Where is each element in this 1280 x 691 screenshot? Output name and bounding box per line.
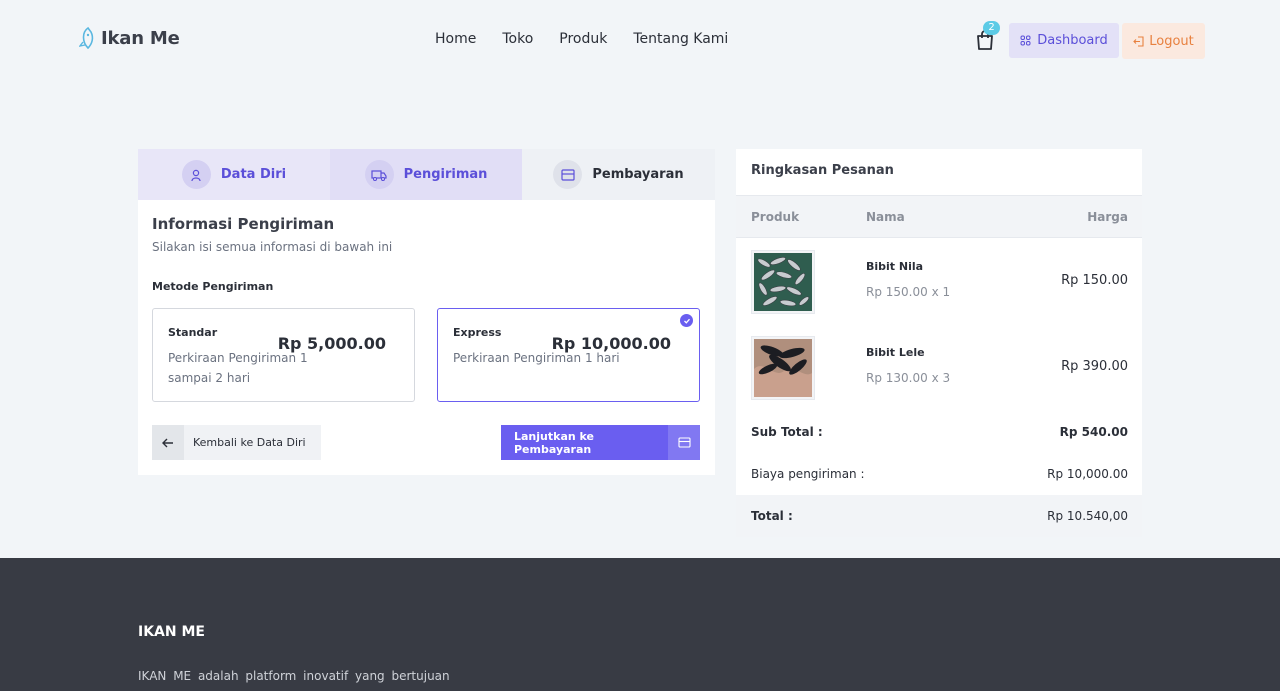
option-name: Express (453, 326, 502, 339)
shipping-cost-value: Rp 10,000.00 (1047, 467, 1128, 481)
dashboard-button[interactable]: Dashboard (1009, 23, 1119, 58)
fish-logo-icon (79, 26, 94, 50)
shipping-title: Informasi Pengiriman (152, 215, 335, 233)
option-name: Standar (168, 326, 218, 339)
back-button[interactable]: Kembali ke Data Diri (152, 425, 321, 460)
option-estimate: Perkiraan Pengiriman 1 sampai 2 hari (168, 351, 308, 385)
command-icon (1020, 35, 1031, 46)
shipping-cost-row: Biaya pengiriman : Rp 10,000.00 (736, 453, 1142, 495)
total-label: Total : (751, 509, 793, 523)
item-price: Rp 150.00 (1061, 273, 1128, 288)
summary-item: Bibit Lele Rp 130.00 x 3 Rp 390.00 (736, 336, 1142, 406)
subtotal-row: Sub Total : Rp 540.00 (736, 411, 1142, 453)
header: Ikan Me Home Toko Produk Tentang Kami 2 … (0, 0, 1280, 80)
step-pembayaran[interactable]: Pembayaran (522, 149, 715, 200)
shipping-subtitle: Silakan isi semua informasi di bawah ini (152, 240, 393, 254)
logout-label: Logout (1149, 33, 1194, 49)
logo-text: Ikan Me (101, 27, 180, 49)
subtotal-label: Sub Total : (751, 425, 823, 439)
card-icon (668, 425, 700, 460)
arrow-left-icon (152, 425, 184, 460)
step-pengiriman[interactable]: Pengiriman (330, 149, 529, 200)
nav-tentang-kami[interactable]: Tentang Kami (633, 31, 728, 47)
column-nama: Nama (866, 210, 905, 224)
shipping-option-standar[interactable]: Standar Perkiraan Pengiriman 1 sampai 2 … (152, 308, 415, 402)
step-label: Data Diri (220, 167, 287, 182)
cart-count-badge: 2 (983, 21, 1000, 35)
option-price: Rp 5,000.00 (277, 334, 386, 353)
footer: IKAN ME IKAN ME adalah platform inovatif… (0, 558, 1280, 691)
shipping-method-label: Metode Pengiriman (152, 280, 274, 293)
shipping-cost-label: Biaya pengiriman : (751, 467, 865, 481)
item-qty: Rp 130.00 x 3 (866, 371, 951, 385)
order-summary-title: Ringkasan Pesanan (751, 163, 894, 178)
footer-title: IKAN ME (138, 624, 205, 640)
logout-button[interactable]: Logout (1122, 23, 1205, 59)
item-qty: Rp 150.00 x 1 (866, 285, 951, 299)
shipping-option-express[interactable]: Express Perkiraan Pengiriman 1 hari Rp 1… (437, 308, 700, 402)
step-label: Pengiriman (403, 167, 488, 182)
main-nav: Home Toko Produk Tentang Kami (435, 31, 728, 47)
user-icon (181, 160, 211, 189)
continue-label: Lanjutkan ke Pembayaran (514, 429, 595, 456)
logout-icon (1133, 35, 1144, 47)
continue-payment-button[interactable]: Lanjutkan ke Pembayaran (501, 425, 700, 460)
checkout-steps: Data Diri Pengiriman Pembayaran (138, 149, 715, 200)
total-value: Rp 10.540,00 (1047, 509, 1128, 523)
step-data-diri[interactable]: Data Diri (138, 149, 330, 200)
checkout-card: Data Diri Pengiriman Pembayaran Informas… (138, 149, 715, 475)
back-label: Kembali ke Data Diri (193, 436, 306, 449)
column-produk: Produk (751, 210, 800, 224)
subtotal-value: Rp 540.00 (1059, 425, 1128, 439)
total-row: Total : Rp 10.540,00 (736, 495, 1142, 537)
check-icon (680, 314, 693, 327)
nav-home[interactable]: Home (435, 31, 476, 47)
summary-table-header: Produk Nama Harga (736, 195, 1142, 238)
item-name: Bibit Nila (866, 260, 924, 273)
item-name: Bibit Lele (866, 346, 925, 359)
option-price: Rp 10,000.00 (551, 334, 671, 353)
nav-produk[interactable]: Produk (559, 31, 607, 47)
nav-toko[interactable]: Toko (502, 31, 533, 47)
truck-icon (364, 160, 394, 189)
item-price: Rp 390.00 (1061, 359, 1128, 374)
order-summary-card: Ringkasan Pesanan Produk Nama Harga Bibi… (736, 149, 1142, 537)
summary-item: Bibit Nila Rp 150.00 x 1 Rp 150.00 (736, 250, 1142, 320)
step-label: Pembayaran (592, 167, 684, 182)
product-image-nila (751, 250, 815, 314)
column-harga: Harga (1087, 210, 1128, 224)
footer-description: IKAN ME adalah platform inovatif yang be… (138, 669, 450, 683)
logo[interactable]: Ikan Me (79, 26, 180, 50)
product-image-lele (751, 336, 815, 400)
dashboard-label: Dashboard (1037, 33, 1108, 48)
card-icon (553, 160, 583, 189)
